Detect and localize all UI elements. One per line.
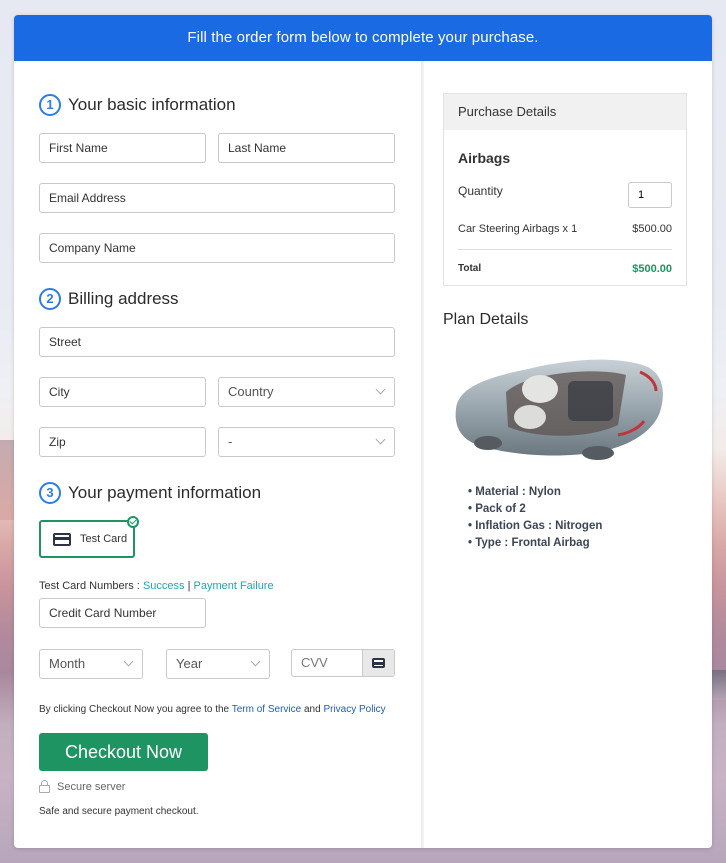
privacy-policy-link[interactable]: Privacy Policy [323, 704, 385, 715]
cvv-addon [362, 650, 394, 676]
step-number-icon: 2 [39, 288, 61, 310]
line-item-name: Car Steering Airbags x 1 [458, 223, 578, 235]
street-input[interactable]: Street [39, 327, 395, 357]
purchase-details-header: Purchase Details [444, 94, 686, 130]
year-select-value: Year [176, 656, 203, 671]
product-name: Airbags [458, 150, 511, 166]
summary-column: Purchase Details Airbags Quantity 1 Car … [424, 61, 712, 848]
line-item: Car Steering Airbags x 1 $500.00 [458, 223, 672, 235]
country-select-value: Country [228, 384, 274, 399]
last-name-input[interactable]: Last Name [218, 133, 395, 163]
terms-text: By clicking Checkout Now you agree to th… [39, 704, 386, 715]
credit-card-icon [53, 532, 71, 546]
state-select-value: - [228, 434, 233, 449]
country-select[interactable]: Country [218, 377, 395, 407]
terms-and: and [303, 704, 321, 715]
lock-icon [39, 780, 50, 793]
card-number-input[interactable]: Credit Card Number [39, 598, 206, 628]
chevron-down-icon [375, 434, 386, 445]
safe-checkout-text: Safe and secure payment checkout. [39, 806, 199, 817]
total-label: Total [458, 263, 482, 274]
step-number-icon: 1 [39, 94, 61, 116]
chevron-down-icon [375, 384, 386, 395]
feature-item: Material : Nylon [468, 484, 602, 501]
feature-item: Type : Frontal Airbag [468, 535, 602, 552]
terms-prefix: By clicking Checkout Now you agree to th… [39, 704, 230, 715]
cvv-field[interactable]: CVV [291, 649, 395, 677]
order-form-card: Fill the order form below to complete yo… [14, 15, 712, 848]
total-row: Total $500.00 [458, 263, 672, 275]
cvv-input[interactable]: CVV [301, 650, 328, 676]
link-separator: | [187, 580, 191, 592]
line-item-price: $500.00 [632, 223, 672, 235]
month-select-value: Month [49, 656, 86, 671]
first-name-input[interactable]: First Name [39, 133, 206, 163]
step-number-icon: 3 [39, 482, 61, 504]
feature-item: Inflation Gas : Nitrogen [468, 518, 602, 535]
year-select[interactable]: Year [166, 649, 270, 679]
test-card-numbers: Test Card Numbers : Success | Payment Fa… [39, 580, 274, 592]
payment-method-label: Test Card [80, 533, 128, 545]
chevron-down-icon [123, 656, 134, 667]
section-basic-info: 1 Your basic information [39, 93, 236, 117]
section-title: Billing address [68, 289, 179, 308]
summary-divider [458, 249, 672, 250]
zip-input[interactable]: Zip [39, 427, 206, 457]
payment-failure-link[interactable]: Payment Failure [194, 580, 274, 592]
chevron-down-icon [250, 656, 261, 667]
section-title: Your basic information [68, 95, 236, 114]
company-input[interactable]: Company Name [39, 233, 395, 263]
section-payment: 3 Your payment information [39, 481, 261, 505]
secure-server: Secure server [39, 780, 126, 793]
section-billing: 2 Billing address [39, 287, 179, 311]
terms-of-service-link[interactable]: Term of Service [232, 704, 301, 715]
email-input[interactable]: Email Address [39, 183, 395, 213]
checkout-now-button[interactable]: Checkout Now [39, 733, 208, 771]
banner: Fill the order form below to complete yo… [14, 15, 712, 61]
state-select[interactable]: - [218, 427, 395, 457]
car-airbag-image [455, 359, 663, 460]
form-column: 1 Your basic information First Name Last… [14, 61, 422, 848]
city-input[interactable]: City [39, 377, 206, 407]
section-title: Your payment information [68, 483, 262, 502]
success-link[interactable]: Success [143, 580, 185, 592]
purchase-details-box: Purchase Details Airbags Quantity 1 Car … [443, 93, 687, 286]
check-circle-icon [127, 516, 139, 528]
plan-features-list: Material : Nylon Pack of 2 Inflation Gas… [468, 484, 602, 552]
credit-card-icon [372, 658, 385, 668]
feature-item: Pack of 2 [468, 501, 602, 518]
payment-method-test-card[interactable]: Test Card [39, 516, 139, 558]
plan-details-title: Plan Details [443, 311, 529, 328]
secure-server-label: Secure server [57, 781, 126, 793]
test-card-numbers-label: Test Card Numbers : [39, 580, 140, 592]
month-select[interactable]: Month [39, 649, 143, 679]
total-value: $500.00 [632, 263, 672, 275]
quantity-input[interactable]: 1 [628, 182, 672, 208]
